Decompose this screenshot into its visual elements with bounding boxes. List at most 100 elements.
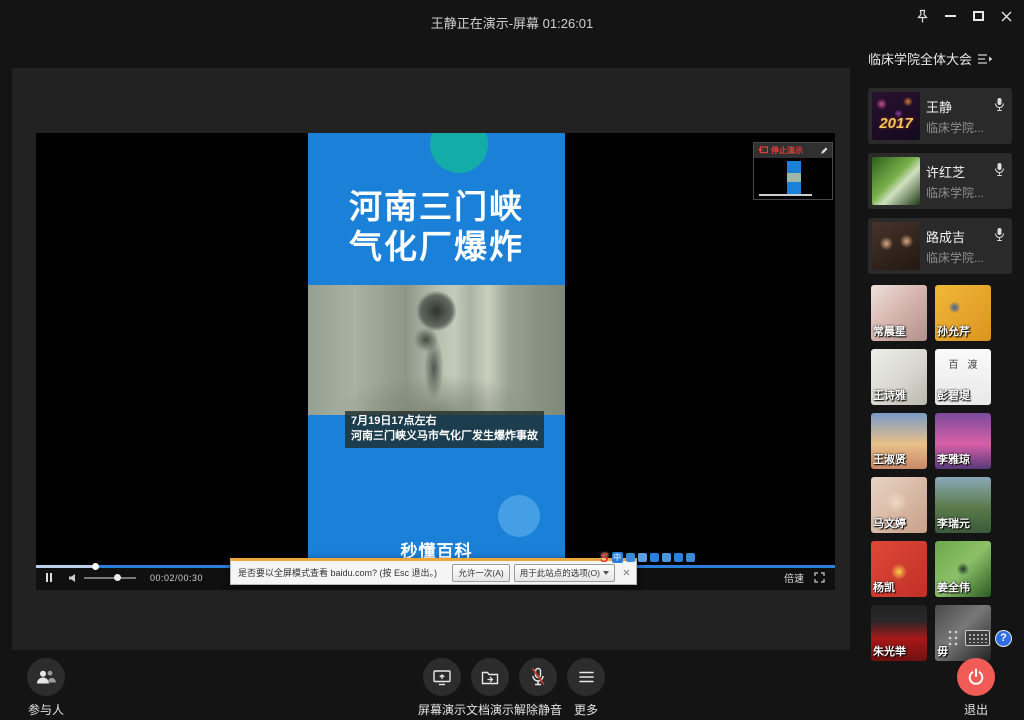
- participant-row[interactable]: 许红芝 临床学院...: [868, 153, 1012, 209]
- decor-circle-teal: [430, 133, 488, 173]
- caption-line1: 7月19日17点左右: [351, 414, 538, 429]
- dropdown-caret-icon: [603, 571, 609, 575]
- video-title: 河南三门峡 气化厂爆炸: [308, 187, 565, 267]
- doc-share-button[interactable]: 文档演示: [466, 650, 514, 718]
- participant-name: 许红芝: [926, 162, 965, 181]
- maximize-icon: [973, 11, 984, 21]
- caption-line2: 河南三门峡义马市气化厂发生爆炸事故: [351, 429, 538, 444]
- participant-org: 临床学院...: [926, 249, 984, 266]
- participant-tile[interactable]: 马文婷: [871, 477, 927, 533]
- ime-icon: [674, 553, 683, 562]
- panel-collapse-icon[interactable]: [977, 53, 993, 65]
- progress-played: [36, 565, 92, 568]
- close-icon: [1001, 11, 1012, 22]
- video-caption: 7月19日17点左右 河南三门峡义马市气化厂发生爆炸事故: [345, 411, 544, 448]
- titlebar: 王静正在演示-屏幕 01:26:01: [0, 0, 1024, 40]
- stop-presenting-bar[interactable]: 停止演示: [754, 143, 832, 158]
- participant-tile[interactable]: 王淑贤: [871, 413, 927, 469]
- mic-muted-icon: [530, 667, 546, 687]
- pip-mini-video: [787, 161, 801, 194]
- bottom-toolbar: 参与人 屏幕演示 文档演示 解除静音 更多 退出: [0, 650, 1024, 720]
- ime-toolbar[interactable]: S 中: [600, 551, 695, 564]
- allow-once-button[interactable]: 允许一次(A): [452, 564, 509, 582]
- help-icon[interactable]: ?: [995, 630, 1012, 647]
- volume-control[interactable]: [68, 573, 136, 583]
- pip-preview: [754, 158, 832, 199]
- presenting-title: 王静正在演示-屏幕 01:26:01: [0, 13, 1024, 32]
- participants-icon: [36, 669, 56, 685]
- notification-close-button[interactable]: [619, 566, 633, 580]
- baike-video: 河南三门峡 气化厂爆炸 7月19日17点左右 河南三门峡义马市气化厂发生爆炸事故…: [308, 133, 565, 565]
- mic-icon[interactable]: [994, 227, 1005, 242]
- ime-mode-icon: 中: [612, 552, 623, 563]
- screen-share-button[interactable]: 屏幕演示: [418, 650, 466, 718]
- presentation-panel: 河南三门峡 气化厂爆炸 7月19日17点左右 河南三门峡义马市气化厂发生爆炸事故…: [12, 68, 850, 650]
- mic-icon[interactable]: [994, 97, 1005, 112]
- shared-screen: 河南三门峡 气化厂爆炸 7月19日17点左右 河南三门峡义马市气化厂发生爆炸事故…: [36, 133, 835, 590]
- participant-org: 临床学院...: [926, 184, 984, 201]
- ime-icon: [686, 553, 695, 562]
- stop-presenting-label: 停止演示: [771, 145, 803, 156]
- keyboard-icon[interactable]: [965, 630, 990, 646]
- screen-share-icon: [433, 669, 451, 686]
- minimize-icon: [945, 15, 956, 17]
- participant-name: 王静: [926, 97, 952, 116]
- pip-progress: [759, 194, 812, 196]
- video-title-line2: 气化厂爆炸: [308, 227, 565, 267]
- ime-icon: [626, 553, 635, 562]
- stop-presenting-popup: 停止演示: [753, 142, 833, 200]
- participant-tile[interactable]: 王诗雅: [871, 349, 927, 405]
- participant-row[interactable]: 2017 王静 临床学院...: [868, 88, 1012, 144]
- mic-icon[interactable]: [994, 162, 1005, 177]
- doc-share-icon: [481, 670, 499, 685]
- minimize-button[interactable]: [936, 3, 964, 29]
- power-icon: [967, 668, 985, 686]
- ime-icon: [650, 553, 659, 562]
- avatar: [872, 222, 920, 270]
- close-icon: [623, 569, 630, 576]
- pause-button[interactable]: [46, 573, 52, 582]
- participant-name: 路成吉: [926, 227, 965, 246]
- meeting-app-window: 王静正在演示-屏幕 01:26:01 河南三门峡 气化厂爆炸: [0, 0, 1024, 720]
- speaker-icon: [68, 573, 79, 583]
- notification-message: 是否要以全屏模式查看 baidu.com? (按 Esc 退出。): [238, 566, 437, 579]
- site-options-button[interactable]: 用于此站点的选项(O): [514, 564, 615, 582]
- participant-org: 临床学院...: [926, 119, 984, 136]
- close-button[interactable]: [992, 3, 1020, 29]
- participant-tile[interactable]: 常晨星: [871, 285, 927, 341]
- window-controls: [908, 3, 1020, 29]
- meeting-title: 临床学院全体大会: [868, 49, 972, 68]
- avatar: [872, 157, 920, 205]
- ime-icon: [662, 553, 671, 562]
- playback-speed-button[interactable]: 倍速: [784, 570, 804, 585]
- more-button[interactable]: 更多: [562, 650, 610, 718]
- progress-handle[interactable]: [92, 563, 99, 570]
- decor-circle-blue: [498, 495, 540, 537]
- browser-notification-bar: 是否要以全屏模式查看 baidu.com? (按 Esc 退出。) 允许一次(A…: [230, 558, 637, 585]
- participant-tile[interactable]: 李瑞元: [935, 477, 991, 533]
- maximize-button[interactable]: [964, 3, 992, 29]
- participant-tile[interactable]: 姜全伟: [935, 541, 991, 597]
- unmute-button[interactable]: 解除静音: [514, 650, 562, 718]
- participants-sidebar: 临床学院全体大会 2017 王静 临床学院... 许红芝 临床学院... 路成吉…: [862, 40, 1024, 662]
- annotate-pen-icon[interactable]: [820, 147, 828, 155]
- ime-icon: [638, 553, 647, 562]
- participant-tile[interactable]: 孙允芹: [935, 285, 991, 341]
- video-title-line1: 河南三门峡: [308, 187, 565, 227]
- fullscreen-icon[interactable]: [814, 572, 825, 583]
- volume-slider[interactable]: [84, 577, 136, 579]
- system-overlay-icons: ?: [947, 629, 1012, 647]
- participant-tile[interactable]: 杨凯: [871, 541, 927, 597]
- exit-button[interactable]: 退出: [952, 650, 1000, 718]
- participant-tile[interactable]: 百渡彭碧堤: [935, 349, 991, 405]
- ime-drag-dots-icon: [947, 629, 960, 647]
- participant-row[interactable]: 路成吉 临床学院...: [868, 218, 1012, 274]
- playback-time: 00:02/00:30: [150, 573, 203, 583]
- presenting-screen-icon: [758, 146, 768, 155]
- participant-tile[interactable]: 李雅琼: [935, 413, 991, 469]
- explosion-photo: [308, 285, 565, 415]
- pin-icon[interactable]: [908, 3, 936, 29]
- more-icon: [579, 671, 594, 683]
- avatar: 2017: [872, 92, 920, 140]
- participants-button[interactable]: 参与人: [22, 650, 70, 718]
